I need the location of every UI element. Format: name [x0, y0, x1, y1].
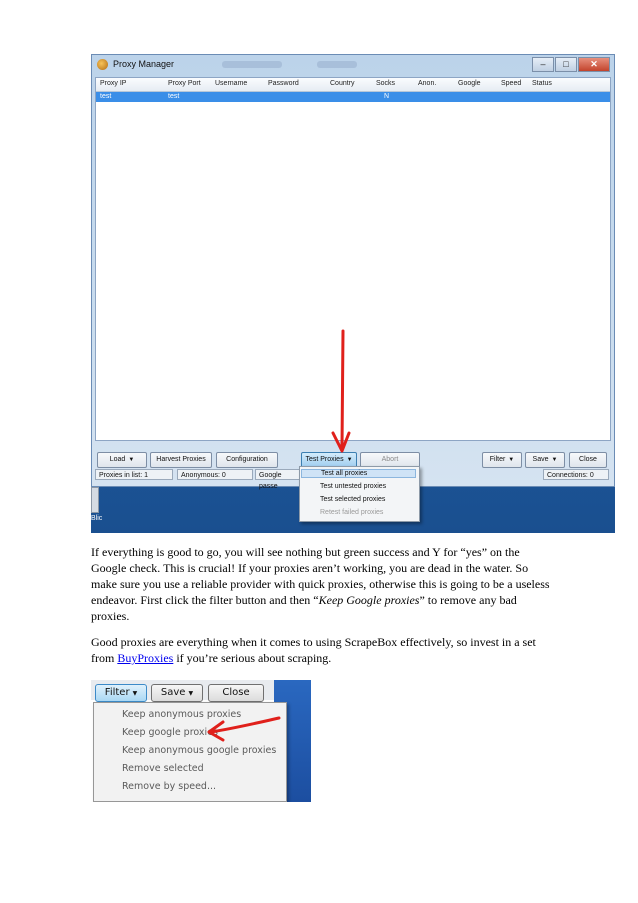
- menu-item-test-untested[interactable]: Test untested proxies: [320, 483, 386, 490]
- menu-item-remove-by-speed[interactable]: Remove by speed...: [122, 781, 216, 792]
- maximize-icon[interactable]: □: [555, 57, 577, 72]
- status-label: Proxies in list:: [99, 472, 143, 479]
- anonymous-status: Anonymous: 0: [177, 469, 253, 480]
- grid-header: Proxy IP Proxy Port Username Password Co…: [96, 78, 610, 92]
- column-header[interactable]: Socks: [376, 80, 395, 87]
- blurred-tab: [222, 61, 282, 68]
- menu-item-test-all[interactable]: Test all proxies: [301, 469, 416, 478]
- harvest-proxies-button[interactable]: Harvest Proxies: [150, 452, 212, 468]
- status-value: 1: [144, 472, 149, 479]
- window-controls: – □ ✕: [531, 57, 610, 72]
- test-proxies-menu: Test all proxies Test untested proxies T…: [299, 466, 420, 522]
- filter-button[interactable]: Filter ▼: [95, 684, 147, 702]
- table-row[interactable]: test test N: [96, 92, 610, 102]
- proxy-manager-screenshot: Proxy Manager – □ ✕ Proxy IP Proxy Port …: [91, 54, 615, 533]
- proxy-grid[interactable]: Proxy IP Proxy Port Username Password Co…: [95, 77, 611, 441]
- column-header[interactable]: Username: [215, 80, 247, 87]
- taskbar-icon[interactable]: [91, 487, 99, 513]
- menu-item-retest-failed[interactable]: Retest failed proxies: [320, 509, 383, 516]
- filter-label: Filter: [104, 687, 130, 698]
- column-header[interactable]: Proxy Port: [168, 80, 201, 87]
- column-header[interactable]: Google: [458, 80, 481, 87]
- column-header[interactable]: Password: [268, 80, 299, 87]
- save-label: Save: [160, 687, 186, 698]
- menu-item-test-selected[interactable]: Test selected proxies: [320, 496, 385, 503]
- close-button[interactable]: Close: [569, 452, 607, 468]
- save-button[interactable]: Save ▼: [151, 684, 203, 702]
- connections-status: Connections: 0: [543, 469, 609, 480]
- load-label: Load: [109, 456, 126, 463]
- status-label: Anonymous:: [181, 472, 220, 479]
- paragraph-filter-instructions: If everything is good to go, you will se…: [91, 544, 553, 624]
- menu-item-remove-selected[interactable]: Remove selected: [122, 763, 204, 774]
- load-button[interactable]: Load ▼: [97, 452, 147, 468]
- paragraph-text: if you’re serious about scraping.: [173, 651, 332, 665]
- close-icon[interactable]: ✕: [578, 57, 610, 72]
- dropdown-arrow-icon: ▼: [508, 457, 515, 463]
- save-button[interactable]: Save ▼: [525, 452, 565, 468]
- filter-label: Filter: [489, 456, 506, 463]
- close-button[interactable]: Close: [208, 684, 264, 702]
- proxies-in-list-status: Proxies in list: 1: [95, 469, 173, 480]
- cell-socks: N: [384, 93, 390, 100]
- filter-menu-screenshot: Filter ▼ Save ▼ Close Keep anonymous proxi…: [91, 680, 311, 802]
- column-header[interactable]: Proxy IP: [100, 80, 126, 87]
- red-arrow-icon: [331, 329, 351, 453]
- configuration-button[interactable]: Configuration: [216, 452, 278, 468]
- menu-item-keep-anonymous-google[interactable]: Keep anonymous google proxies: [122, 745, 276, 756]
- cell-proxy-ip: test: [100, 93, 112, 100]
- blurred-tab: [317, 61, 357, 68]
- status-value: 0: [589, 472, 594, 479]
- status-value: 0: [221, 472, 226, 479]
- emphasis-text: Keep Google proxies: [318, 593, 420, 607]
- filter-button[interactable]: Filter ▼: [482, 452, 522, 468]
- buyproxies-link[interactable]: BuyProxies: [117, 651, 173, 665]
- cell-proxy-port: test: [168, 93, 180, 100]
- taskbar-label: Blic: [91, 515, 103, 522]
- column-header[interactable]: Speed: [501, 80, 521, 87]
- column-header[interactable]: Status: [532, 80, 552, 87]
- column-header[interactable]: Anon.: [418, 80, 436, 87]
- app-icon: [97, 59, 108, 70]
- save-label: Save: [532, 456, 549, 463]
- status-label: Connections:: [547, 472, 588, 479]
- column-header[interactable]: Country: [330, 80, 355, 87]
- minimize-icon[interactable]: –: [532, 57, 554, 72]
- dropdown-arrow-icon: ▼: [551, 457, 558, 463]
- dropdown-arrow-icon: ▼: [132, 690, 138, 697]
- window-title: Proxy Manager: [113, 59, 175, 69]
- google-status: Google passe: [255, 469, 303, 490]
- dropdown-arrow-icon: ▼: [188, 690, 194, 697]
- dropdown-arrow-icon: ▼: [128, 457, 135, 463]
- paragraph-buy-proxies: Good proxies are everything when it come…: [91, 634, 553, 666]
- title-bar: Proxy Manager – □ ✕: [92, 55, 614, 75]
- proxy-manager-window: Proxy Manager – □ ✕ Proxy IP Proxy Port …: [91, 54, 615, 490]
- red-arrow-icon: [207, 716, 281, 742]
